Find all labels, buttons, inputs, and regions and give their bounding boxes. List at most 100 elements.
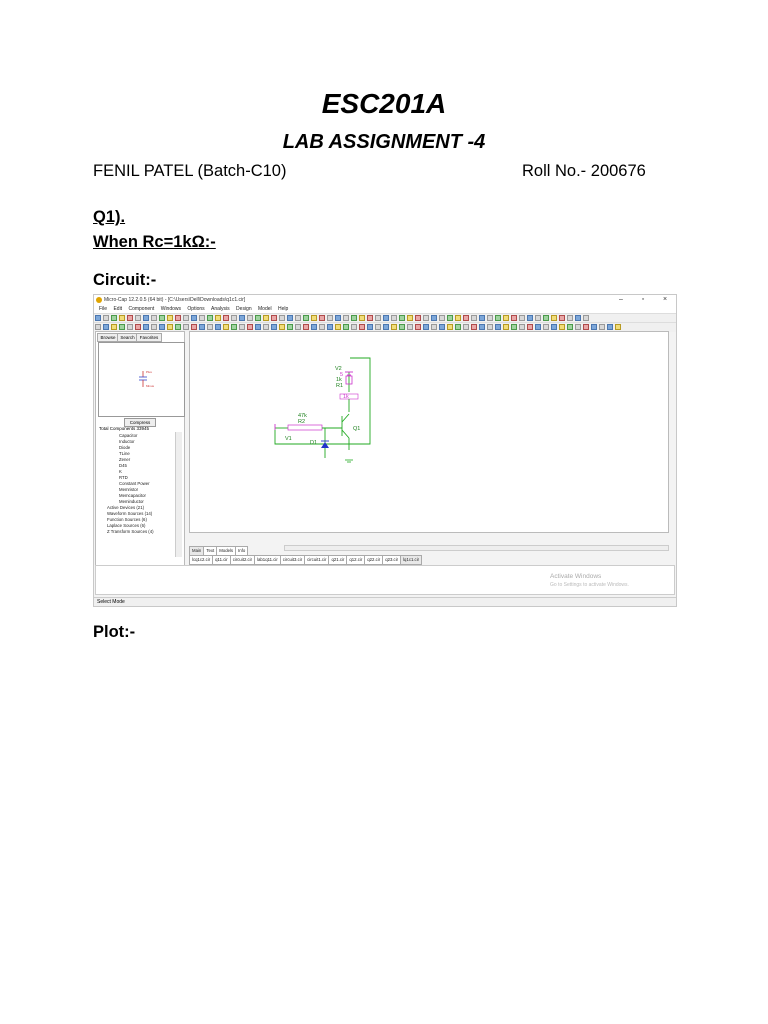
toolbar-icon (583, 324, 589, 330)
toolbar-icon (503, 324, 509, 330)
v1-label: V1 (285, 436, 292, 442)
toolbar-icon (327, 315, 333, 321)
toolbar-icon (439, 324, 445, 330)
toolbar-icon (471, 315, 477, 321)
toolbar-icon (407, 324, 413, 330)
menu-help: Help (278, 306, 289, 312)
toolbar-icon (239, 315, 245, 321)
toolbar-icon (287, 315, 293, 321)
toolbar-icon (463, 315, 469, 321)
component-tree: Capacitor Inductor Diode TLine Zener D45 K RTD C… (99, 433, 179, 535)
toolbar-icon (255, 315, 261, 321)
tab-search: Search (117, 333, 138, 342)
toolbar-icon (271, 315, 277, 321)
toolbar-icon (175, 324, 181, 330)
toolbar-icon (159, 324, 165, 330)
toolbar-icon (295, 324, 301, 330)
toolbar-icon (583, 315, 589, 321)
toolbar-icon (343, 324, 349, 330)
menu-design: Design (236, 306, 252, 312)
toolbar-icon (487, 315, 493, 321)
toolbar-icon (191, 324, 197, 330)
toolbar-icon (423, 315, 429, 321)
roll-number: Roll No.- 200676 (522, 162, 646, 180)
toolbar-icon (615, 324, 621, 330)
restore-icon: ▫ (641, 296, 645, 303)
menu-options: Options (187, 306, 205, 312)
d1-diode-icon (321, 440, 329, 448)
svg-text:Plus: Plus (146, 370, 152, 374)
toolbar-icon (383, 315, 389, 321)
toolbar-icon (191, 315, 197, 321)
tree-item: Z Transform Sources (4) (107, 529, 154, 534)
toolbar-icon (511, 324, 517, 330)
toolbar-icon (319, 315, 325, 321)
toolbar-icon (399, 315, 405, 321)
toolbar-icon (359, 315, 365, 321)
window-titlebar: Micro-Cap 12.2.0.5 (64 bit) - [C:\Users\… (94, 295, 676, 305)
toolbar-icon (335, 315, 341, 321)
toolbar-icon (447, 315, 453, 321)
toolbar-icon (239, 324, 245, 330)
toolbar-icon (327, 324, 333, 330)
toolbar-icon (463, 324, 469, 330)
toolbar-icon (135, 324, 141, 330)
toolbar-icon (247, 324, 253, 330)
toolbar-icon (575, 324, 581, 330)
toolbar-icon (343, 315, 349, 321)
toolbar-icon (143, 324, 149, 330)
toolbar-icon (199, 324, 205, 330)
toolbar-icon (423, 324, 429, 330)
toolbar-icon (263, 315, 269, 321)
r2-resistor-icon (287, 424, 323, 431)
svg-text:Minus: Minus (146, 384, 155, 388)
toolbar-icon (551, 315, 557, 321)
toolbar-icon (223, 324, 229, 330)
toolbar-icon (175, 315, 181, 321)
toolbar-icon (255, 324, 261, 330)
toolbar-icon (303, 315, 309, 321)
toolbar-icon (511, 315, 517, 321)
toolbar-icon (415, 315, 421, 321)
toolbar-icon (503, 315, 509, 321)
toolbar-icon (407, 315, 413, 321)
r1-label: R1 (336, 383, 343, 389)
toolbar-icon (111, 324, 117, 330)
toolbar-icon (567, 324, 573, 330)
file-tab: circuit1.cir (304, 555, 330, 565)
d1-label: D1 (310, 440, 317, 446)
toolbar-icon (295, 315, 301, 321)
toolbar-icon (199, 315, 205, 321)
toolbar-icon (143, 315, 149, 321)
toolbar-icon (95, 315, 101, 321)
toolbar-icon (207, 324, 213, 330)
file-tab: lcq1c2.cir (189, 555, 214, 565)
activate-windows-title: Activate Windows (550, 573, 602, 580)
toolbar-icon (167, 324, 173, 330)
r1-value: 1k (336, 377, 342, 383)
schematic-canvas: V2 5 R1 1k 1k 47k R2 Q1 D1 V1 (189, 331, 669, 533)
toolbar-icon (383, 324, 389, 330)
toolbar-icon (127, 324, 133, 330)
toolbar-icon (519, 315, 525, 321)
toolbar-icon (495, 324, 501, 330)
toolbar-icon (215, 324, 221, 330)
file-tab: lq1c1.cir (400, 555, 423, 565)
toolbar-icon (455, 315, 461, 321)
schematic: V2 5 R1 1k 1k 47k R2 Q1 D1 V1 (274, 357, 371, 463)
toolbar-icon (391, 315, 397, 321)
document-title: ESC201A (321, 88, 447, 119)
toolbar-icon (263, 324, 269, 330)
toolbar-icon (543, 324, 549, 330)
question-heading: Q1). (93, 208, 126, 226)
menu-analysis: Analysis (211, 306, 230, 312)
file-tab: circuit3.cir (279, 555, 306, 565)
toolbar-icon (599, 324, 605, 330)
toolbar-icon (311, 324, 317, 330)
toolbar-icon (559, 324, 565, 330)
toolbar-icon (535, 315, 541, 321)
toolbar-icon (303, 324, 309, 330)
toolbar-icon (551, 324, 557, 330)
toolbar-icon (359, 324, 365, 330)
file-tab: lab1q11.cir (254, 555, 281, 565)
